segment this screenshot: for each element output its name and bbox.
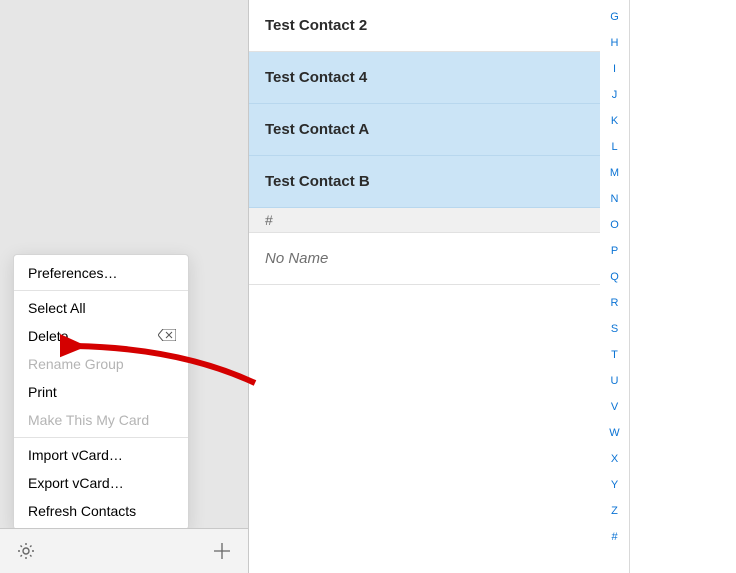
gear-icon[interactable]: [14, 539, 38, 563]
alpha-letter[interactable]: Y: [611, 472, 618, 498]
plus-icon[interactable]: [210, 539, 234, 563]
alpha-letter[interactable]: U: [611, 368, 619, 394]
alpha-letter[interactable]: R: [611, 290, 619, 316]
menu-import-vcard[interactable]: Import vCard…: [14, 441, 188, 469]
sidebar: Preferences… Select All Delete Rename Gr…: [0, 0, 249, 573]
menu-preferences[interactable]: Preferences…: [14, 259, 188, 287]
gear-context-menu: Preferences… Select All Delete Rename Gr…: [13, 254, 189, 530]
sidebar-toolbar: [0, 528, 248, 573]
alpha-letter[interactable]: L: [611, 134, 617, 160]
backspace-icon: [158, 328, 176, 344]
alpha-letter[interactable]: S: [611, 316, 618, 342]
alpha-letter[interactable]: X: [611, 446, 618, 472]
contact-row[interactable]: Test Contact 4: [249, 52, 600, 104]
details-panel: [630, 0, 736, 573]
menu-select-all[interactable]: Select All: [14, 294, 188, 322]
alpha-letter[interactable]: M: [610, 160, 619, 186]
alpha-letter[interactable]: Z: [611, 498, 618, 524]
alpha-letter[interactable]: I: [613, 56, 616, 82]
alpha-letter[interactable]: K: [611, 108, 618, 134]
contact-row-no-name[interactable]: No Name: [249, 233, 600, 285]
alpha-letter[interactable]: Q: [610, 264, 619, 290]
section-header-hash: #: [249, 208, 600, 233]
contact-row[interactable]: Test Contact A: [249, 104, 600, 156]
contact-row[interactable]: Test Contact 2: [249, 0, 600, 52]
alpha-letter[interactable]: J: [612, 82, 618, 108]
alpha-letter[interactable]: W: [609, 420, 619, 446]
alpha-letter[interactable]: O: [610, 212, 619, 238]
alpha-letter[interactable]: #: [611, 524, 617, 550]
alpha-letter[interactable]: V: [611, 394, 618, 420]
menu-separator: [14, 290, 188, 291]
alpha-letter[interactable]: H: [611, 30, 619, 56]
menu-export-vcard[interactable]: Export vCard…: [14, 469, 188, 497]
menu-delete-label: Delete: [28, 328, 68, 344]
alpha-letter[interactable]: N: [611, 186, 619, 212]
menu-print[interactable]: Print: [14, 378, 188, 406]
alpha-letter[interactable]: T: [611, 342, 618, 368]
app-root: Preferences… Select All Delete Rename Gr…: [0, 0, 736, 573]
alpha-letter[interactable]: G: [610, 4, 619, 30]
menu-make-my-card: Make This My Card: [14, 406, 188, 434]
menu-rename-group: Rename Group: [14, 350, 188, 378]
menu-delete[interactable]: Delete: [14, 322, 188, 350]
contact-rows: Test Contact 2 Test Contact 4 Test Conta…: [249, 0, 600, 285]
contact-list-column: Test Contact 2 Test Contact 4 Test Conta…: [249, 0, 630, 573]
alpha-index: G H I J K L M N O P Q R S T U V W X Y Z …: [600, 0, 629, 550]
contact-row[interactable]: Test Contact B: [249, 156, 600, 208]
menu-refresh-contacts[interactable]: Refresh Contacts: [14, 497, 188, 525]
menu-separator: [14, 437, 188, 438]
alpha-letter[interactable]: P: [611, 238, 618, 264]
